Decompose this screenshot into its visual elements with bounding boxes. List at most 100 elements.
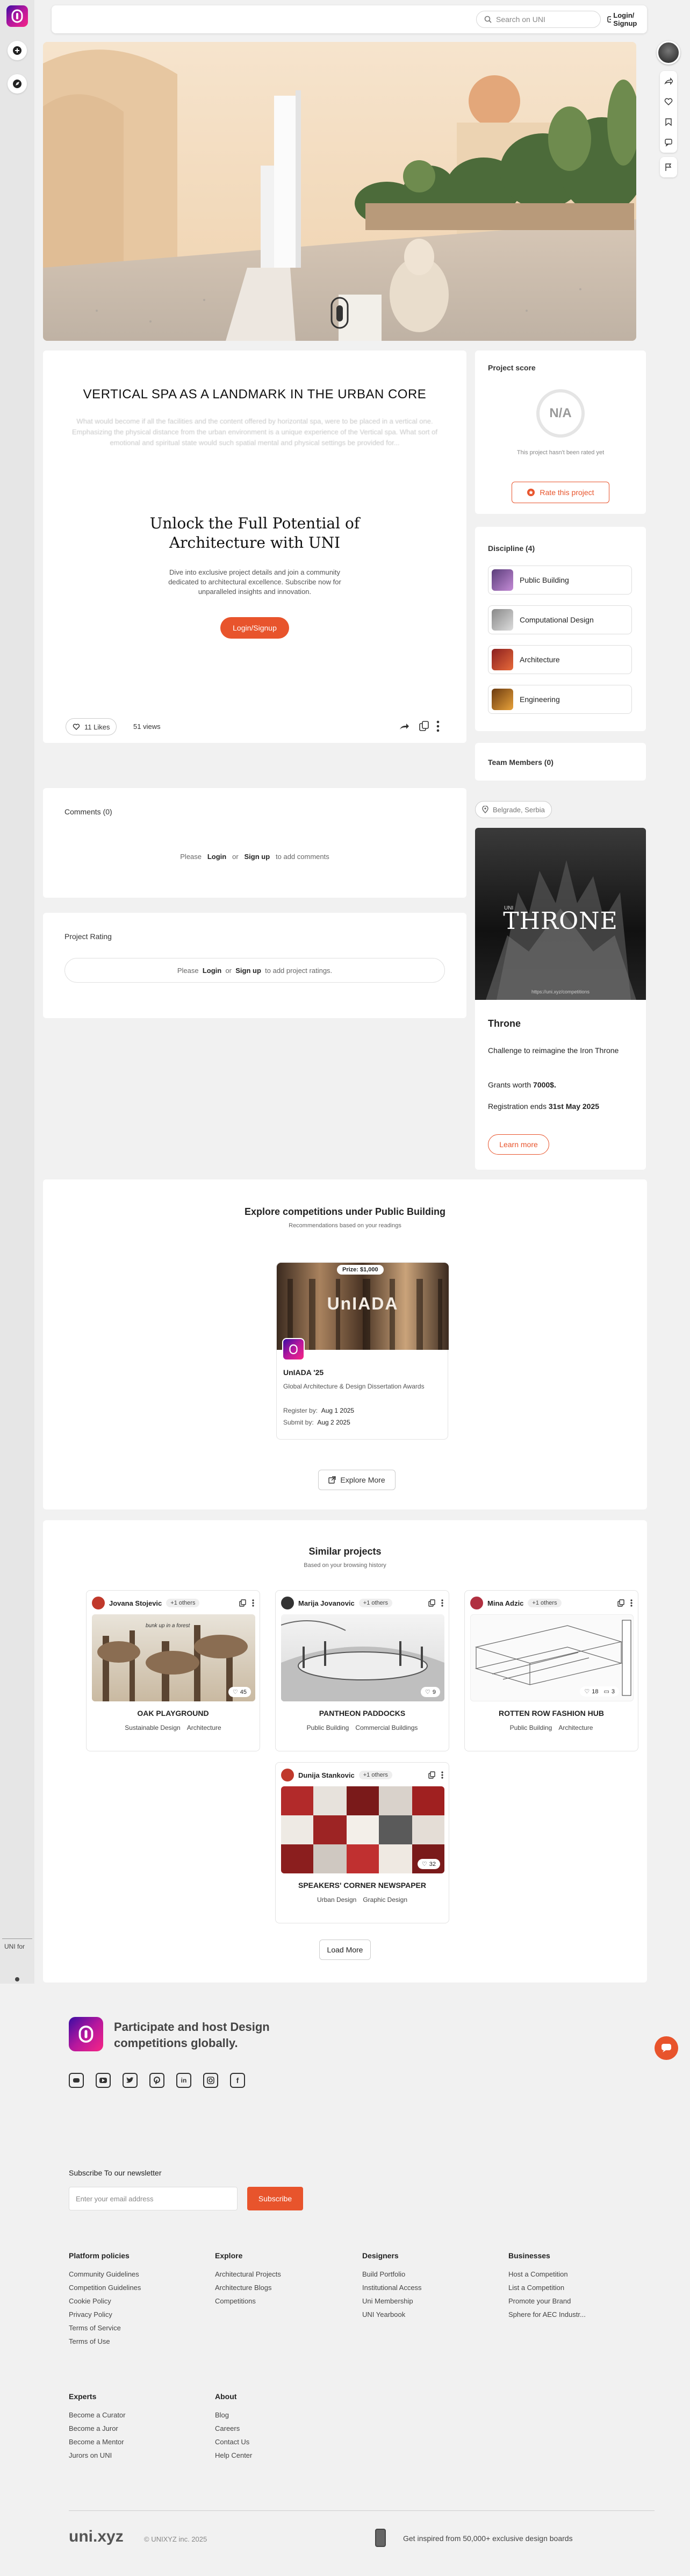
footer-link[interactable]: Architecture Blogs [215, 2281, 281, 2294]
comments-signup-link[interactable]: Sign up [245, 853, 270, 861]
footer-link[interactable]: Uni Membership [362, 2294, 422, 2308]
load-more-button[interactable]: Load More [319, 1940, 371, 1960]
learn-more-button[interactable]: Learn more [488, 1134, 549, 1155]
author-avatar[interactable] [657, 41, 680, 65]
footer-link[interactable]: Become a Mentor [69, 2435, 126, 2449]
explore-more-button[interactable]: Explore More [318, 1470, 396, 1490]
project-tag[interactable]: Sustainable Design [125, 1724, 180, 1731]
footer-link[interactable]: Architectural Projects [215, 2267, 281, 2281]
flag-icon[interactable] [660, 157, 677, 177]
twitter-icon[interactable] [123, 2073, 138, 2088]
discipline-item-architecture[interactable]: Architecture [488, 645, 632, 674]
project-name: SPEAKERS' CORNER NEWSPAPER [298, 1881, 426, 1890]
copy-icon[interactable] [239, 1599, 247, 1607]
more-options-icon[interactable] [436, 720, 440, 735]
footer-link[interactable]: Become a Juror [69, 2422, 126, 2435]
image-caption: bunk up in a forest [146, 1623, 190, 1629]
footer-link[interactable]: Sphere for AEC Industr... [508, 2308, 586, 2321]
explore-compass-icon[interactable] [8, 74, 27, 94]
youtube-icon[interactable] [96, 2073, 111, 2088]
footer-link[interactable]: Host a Competition [508, 2267, 586, 2281]
comments-login-link[interactable]: Login [207, 853, 226, 861]
footer-link[interactable]: Promote your Brand [508, 2294, 586, 2308]
footer-link[interactable]: Help Center [215, 2449, 252, 2462]
copy-icon[interactable] [419, 721, 429, 734]
discipline-item-public-building[interactable]: Public Building [488, 566, 632, 595]
project-tag[interactable]: Graphic Design [363, 1896, 407, 1904]
discipline-item-engineering[interactable]: Engineering [488, 685, 632, 714]
footer-link[interactable]: Jurors on UNI [69, 2449, 126, 2462]
discord-icon[interactable] [69, 2073, 84, 2088]
instagram-icon[interactable] [203, 2073, 218, 2088]
likes-badge: ♡ 32 [417, 1859, 440, 1869]
competition-card[interactable]: UnIADA Prize: $1,000 UnIADA '25 Global A… [276, 1262, 449, 1440]
search-input[interactable]: Search on UNI [476, 11, 601, 28]
rating-login-link[interactable]: Login [203, 967, 221, 975]
project-card-rotten-row-fashion-hub[interactable]: Mina Adzic +1 others ♡ 18 ▭ 3 ROTTEN ROW FAS… [464, 1590, 638, 1751]
project-tag[interactable]: Public Building [510, 1724, 552, 1731]
copy-icon[interactable] [617, 1599, 625, 1607]
share-icon[interactable] [660, 71, 677, 91]
login-signup-button[interactable]: Login/ Signup [607, 11, 642, 28]
footer-link[interactable]: Community Guidelines [69, 2267, 141, 2281]
more-options-icon[interactable] [441, 1771, 443, 1779]
footer-uni-logo[interactable] [69, 2017, 103, 2051]
unlock-login-signup-button[interactable]: Login/Signup [220, 617, 289, 639]
project-tag[interactable]: Public Building [307, 1724, 349, 1731]
reg-value: 31st May 2025 [548, 1102, 600, 1111]
footer-link[interactable]: Become a Curator [69, 2408, 126, 2422]
uni-logo[interactable] [6, 5, 28, 27]
project-tag[interactable]: Architecture [187, 1724, 221, 1731]
project-card-speakers-corner-newspaper[interactable]: Dunija Stankovic +1 others ♡ 32 SPEAKERS' … [275, 1762, 449, 1923]
author-name[interactable]: Dunija Stankovic [298, 1771, 355, 1779]
save-icon[interactable] [660, 112, 677, 132]
like-button[interactable]: 11 Likes [66, 718, 117, 735]
more-options-icon[interactable] [630, 1599, 632, 1607]
discipline-item-computational-design[interactable]: Computational Design [488, 605, 632, 634]
author-name[interactable]: Marija Jovanovic [298, 1599, 355, 1607]
linkedin-icon[interactable]: in [176, 2073, 191, 2088]
footer-link[interactable]: Cookie Policy [69, 2294, 141, 2308]
competition-image: UnIADA Prize: $1,000 [277, 1263, 449, 1350]
project-image: ♡ 32 [281, 1786, 444, 1873]
promo-image[interactable]: UNI THRONE https://uni.xyz/competitions [475, 828, 646, 1000]
comment-icon[interactable] [660, 132, 677, 153]
footer-link[interactable]: Contact Us [215, 2435, 252, 2449]
footer-link[interactable]: Competitions [215, 2294, 281, 2308]
footer-link[interactable]: Terms of Use [69, 2335, 141, 2348]
rate-project-button[interactable]: Rate this project [512, 482, 609, 503]
project-card-pantheon-paddocks[interactable]: Marija Jovanovic +1 others ♡ 9 PANTHEON PA… [275, 1590, 449, 1751]
author-name[interactable]: Mina Adzic [487, 1599, 523, 1607]
more-options-icon[interactable] [441, 1599, 443, 1607]
footer-link[interactable]: Careers [215, 2422, 252, 2435]
heart-icon: ♡ [584, 1688, 590, 1695]
footer-link[interactable]: Blog [215, 2408, 252, 2422]
copy-icon[interactable] [428, 1599, 436, 1607]
copy-icon[interactable] [428, 1771, 436, 1779]
facebook-icon[interactable]: f [230, 2073, 245, 2088]
subscribe-button[interactable]: Subscribe [247, 2187, 303, 2210]
project-tag[interactable]: Commercial Buildings [355, 1724, 418, 1731]
create-icon[interactable] [8, 41, 27, 60]
footer-link[interactable]: Build Portfolio [362, 2267, 422, 2281]
project-tag[interactable]: Architecture [558, 1724, 593, 1731]
rating-signup-link[interactable]: Sign up [235, 967, 261, 975]
footer-link[interactable]: Terms of Service [69, 2321, 141, 2335]
footer-link[interactable]: List a Competition [508, 2281, 586, 2294]
share-icon[interactable] [399, 721, 409, 734]
explore-subtitle: Recommendations based on your readings [289, 1222, 401, 1229]
pinterest-icon[interactable] [149, 2073, 164, 2088]
footer-link[interactable]: UNI Yearbook [362, 2308, 422, 2321]
chat-support-button[interactable] [655, 2036, 678, 2060]
footer-link[interactable]: Institutional Access [362, 2281, 422, 2294]
project-tag[interactable]: Urban Design [317, 1896, 356, 1904]
project-card-oak-playground[interactable]: Jovana Stojevic +1 others bunk up in a fo… [86, 1590, 260, 1751]
more-options-icon[interactable] [252, 1599, 254, 1607]
location-pill[interactable]: Belgrade, Serbia [475, 801, 552, 818]
footer-link[interactable]: Privacy Policy [69, 2308, 141, 2321]
author-name[interactable]: Jovana Stojevic [109, 1599, 162, 1607]
footer-link[interactable]: Competition Guidelines [69, 2281, 141, 2294]
footer-brand[interactable]: uni.xyz [69, 2528, 124, 2546]
like-heart-icon[interactable] [660, 91, 677, 112]
newsletter-email-input[interactable]: Enter your email address [69, 2187, 238, 2210]
